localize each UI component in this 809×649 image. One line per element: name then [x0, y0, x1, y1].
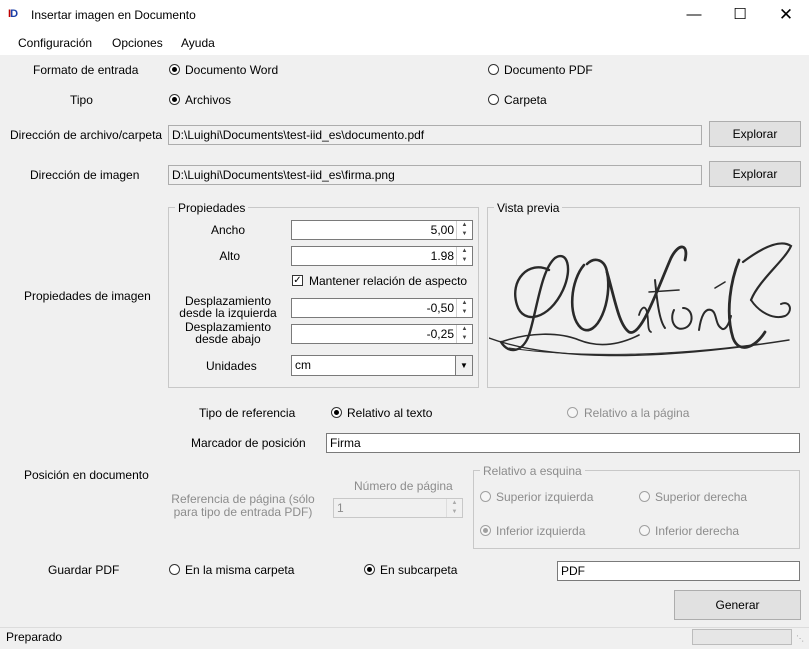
radio-same-folder[interactable] [169, 564, 180, 575]
browse-file-button[interactable]: Explorar [709, 121, 801, 147]
height-label: Alto [219, 249, 240, 263]
offset-bottom-value: -0,25 [426, 327, 454, 341]
progress-bar [692, 629, 792, 645]
radio-word[interactable] [169, 64, 180, 75]
save-pdf-label: Guardar PDF [48, 563, 120, 577]
units-select[interactable]: cm ▼ [291, 355, 473, 376]
offset-left-value: -0,50 [426, 301, 454, 315]
close-icon[interactable]: ✕ [763, 0, 809, 31]
preview-group-title: Vista previa [494, 201, 563, 215]
radio-corner-tr[interactable] [639, 491, 650, 502]
ref-type-label: Tipo de referencia [199, 406, 296, 420]
radio-corner-tl[interactable] [480, 491, 491, 502]
radio-files[interactable] [169, 94, 180, 105]
radio-word-label[interactable]: Documento Word [185, 63, 278, 77]
page-number-value: 1 [337, 501, 344, 515]
marker-input[interactable]: Firma [326, 433, 800, 453]
width-label: Ancho [210, 223, 245, 237]
generate-button[interactable]: Generar [674, 590, 801, 620]
radio-same-folder-label[interactable]: En la misma carpeta [185, 563, 294, 577]
radio-ref-text[interactable] [331, 407, 342, 418]
width-spinner[interactable]: 5,00 ▲ ▼ [291, 220, 473, 240]
page-number-label: Número de página [354, 479, 453, 493]
radio-folder[interactable] [488, 94, 499, 105]
radio-corner-br[interactable] [639, 525, 650, 536]
page-number-spinner[interactable]: 1 ▲ ▼ [333, 498, 463, 518]
keep-aspect-checkbox[interactable]: ✓ [292, 275, 303, 286]
browse-image-button[interactable]: Explorar [709, 161, 801, 187]
app-icon: ID [8, 8, 18, 20]
menu-opciones[interactable]: Opciones [112, 36, 163, 50]
image-path-field[interactable]: D:\Luighi\Documents\test-iid_es\firma.pn… [168, 165, 702, 185]
signature-preview-image [488, 220, 798, 386]
radio-corner-tr-label[interactable]: Superior derecha [655, 490, 747, 504]
radio-subfolder-label[interactable]: En subcarpeta [380, 563, 457, 577]
offset-bottom-label: Desplazamiento desde abajo [184, 320, 272, 346]
radio-ref-page[interactable] [567, 407, 578, 418]
offset-left-label: Desplazamiento desde la izquierda [179, 294, 277, 320]
input-format-label: Formato de entrada [33, 63, 139, 77]
image-path-label: Dirección de imagen [30, 168, 140, 182]
properties-group-title: Propiedades [175, 201, 249, 215]
radio-corner-br-label[interactable]: Inferior derecha [655, 524, 739, 538]
height-spinner[interactable]: 1.98 ▲ ▼ [291, 246, 473, 266]
marker-label: Marcador de posición [191, 436, 306, 450]
units-value: cm [295, 358, 311, 372]
keep-aspect-label[interactable]: Mantener relación de aspecto [309, 274, 467, 288]
maximize-icon[interactable]: ☐ [717, 0, 763, 31]
minimize-icon[interactable]: — [671, 0, 717, 31]
radio-ref-page-label[interactable]: Relativo a la página [584, 406, 689, 420]
radio-corner-bl[interactable] [480, 525, 491, 536]
radio-ref-text-label[interactable]: Relativo al texto [347, 406, 432, 420]
radio-pdf-label[interactable]: Documento PDF [504, 63, 593, 77]
position-label: Posición en documento [24, 468, 149, 482]
file-path-label: Dirección de archivo/carpeta [10, 128, 163, 142]
radio-subfolder[interactable] [364, 564, 375, 575]
status-bar [0, 627, 809, 649]
spin-arrows-icon[interactable]: ▲ ▼ [456, 221, 472, 239]
radio-files-label[interactable]: Archivos [185, 93, 231, 107]
spin-arrows-icon[interactable]: ▲ ▼ [456, 325, 472, 343]
status-text: Preparado [6, 630, 63, 644]
menu-configuracion[interactable]: Configuración [18, 36, 92, 50]
spin-arrows-icon[interactable]: ▲ ▼ [446, 499, 462, 517]
offset-bottom-spinner[interactable]: -0,25 ▲ ▼ [291, 324, 473, 344]
menu-ayuda[interactable]: Ayuda [181, 36, 215, 50]
image-props-label: Propiedades de imagen [24, 289, 151, 303]
corner-group-title: Relativo a esquina [480, 464, 585, 478]
width-value: 5,00 [430, 223, 454, 237]
window-title: Insertar imagen en Documento [31, 8, 196, 22]
offset-left-spinner[interactable]: -0,50 ▲ ▼ [291, 298, 473, 318]
spin-arrows-icon[interactable]: ▲ ▼ [456, 299, 472, 317]
page-ref-label: Referencia de página (sólo para tipo de e… [171, 492, 315, 519]
resize-grip-icon[interactable]: ⋱ [796, 634, 806, 644]
units-label: Unidades [206, 359, 257, 373]
radio-corner-tl-label[interactable]: Superior izquierda [496, 490, 593, 504]
radio-corner-bl-label[interactable]: Inferior izquierda [496, 524, 585, 538]
radio-folder-label[interactable]: Carpeta [504, 93, 547, 107]
height-value: 1.98 [430, 249, 454, 263]
file-path-field[interactable]: D:\Luighi\Documents\test-iid_es\document… [168, 125, 702, 145]
chevron-down-icon[interactable]: ▼ [455, 356, 472, 375]
type-label: Tipo [70, 93, 93, 107]
radio-pdf[interactable] [488, 64, 499, 75]
spin-arrows-icon[interactable]: ▲ ▼ [456, 247, 472, 265]
subfolder-input[interactable]: PDF [557, 561, 800, 581]
